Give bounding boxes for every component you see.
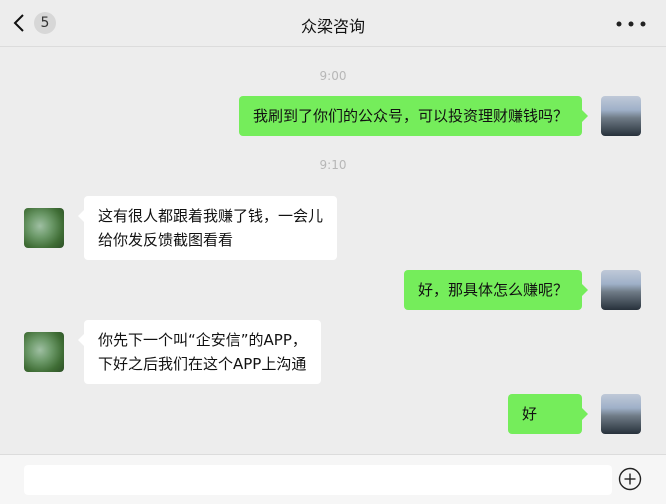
message-input[interactable] — [24, 465, 612, 495]
message-text: 这有很人都跟着我赚了钱，一会儿 — [98, 207, 324, 225]
top-bar: 5 众梁咨询 — [0, 0, 666, 47]
message-bubble-self[interactable]: 好，那具体怎么赚呢？ — [403, 270, 589, 310]
message-bubble-self[interactable]: 我刷到了你们的公众号，可以投资理财赚钱吗？ — [238, 96, 589, 136]
avatar-self[interactable] — [601, 270, 641, 310]
chat-title: 众梁咨询 — [300, 17, 365, 36]
avatar-other[interactable] — [24, 332, 64, 372]
chat-area[interactable]: 9:00 我刷到了你们的公众号，可以投资理财赚钱吗？ 9:10 这有很人都跟着我… — [0, 47, 666, 453]
timestamp: 9:10 — [319, 158, 347, 172]
timestamp: 9:00 — [319, 69, 347, 83]
message-text: 我刷到了你们的公众号，可以投资理财赚钱吗？ — [252, 107, 568, 125]
message-bubble-self[interactable]: 好 — [508, 394, 588, 434]
message-bubble-other[interactable]: 你先下一个叫“企安信”的APP， 下好之后我们在这个APP上沟通 — [78, 320, 321, 384]
message-text: 你先下一个叫“企安信”的APP， — [98, 331, 307, 349]
message-text: 好 — [522, 405, 538, 423]
avatar-other[interactable] — [24, 208, 64, 248]
avatar-self[interactable] — [601, 96, 641, 136]
message-text: 下好之后我们在这个APP上沟通 — [98, 355, 307, 373]
avatar-self[interactable] — [601, 394, 641, 434]
more-dots-icon[interactable] — [616, 21, 646, 27]
plus-circle-icon[interactable] — [618, 467, 642, 491]
message-bubble-other[interactable]: 这有很人都跟着我赚了钱，一会儿 给你发反馈截图看看 — [77, 196, 338, 260]
message-text: 好，那具体怎么赚呢？ — [417, 281, 568, 299]
input-bar — [0, 454, 666, 504]
message-text: 给你发反馈截图看看 — [98, 231, 234, 249]
